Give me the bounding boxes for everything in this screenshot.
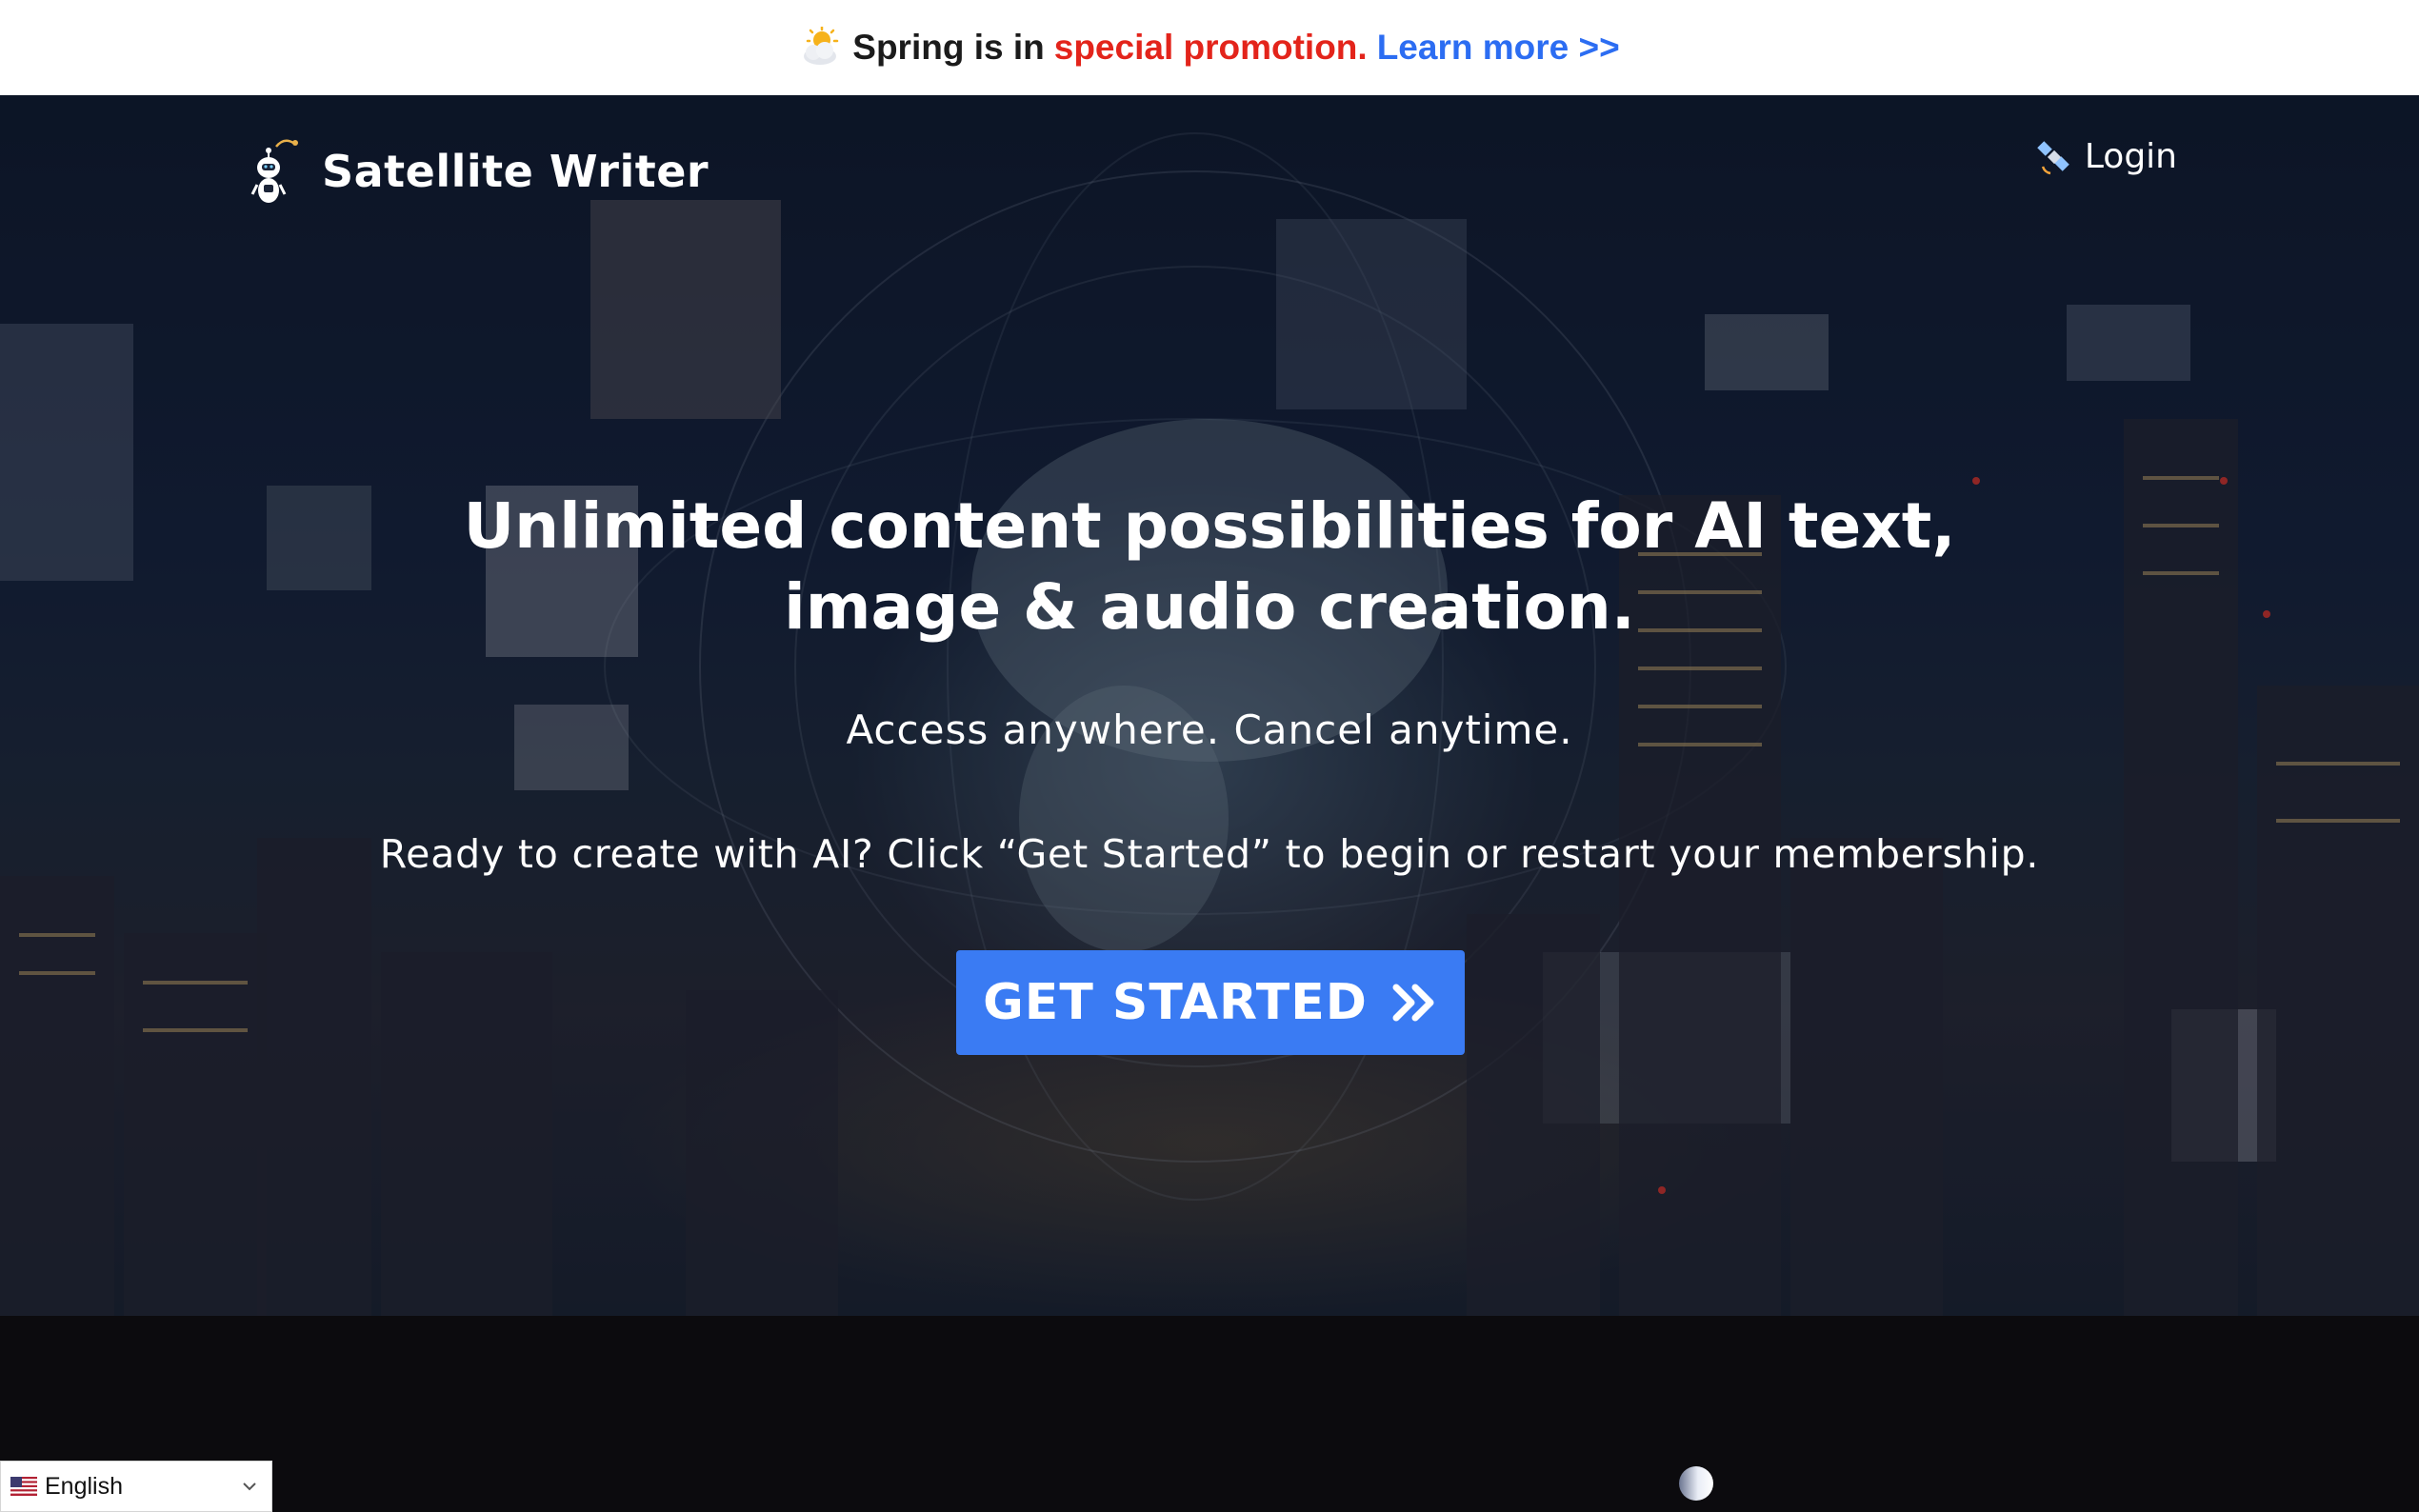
- promo-highlight-text: special promotion.: [1053, 28, 1368, 67]
- hero-headline: Unlimited content possibilities for AI t…: [257, 486, 2162, 647]
- hero-subheadline: Access anywhere. Cancel anytime.: [846, 706, 1573, 753]
- robot-icon: [250, 139, 298, 203]
- hero-cta-text: Ready to create with AI? Click “Get Star…: [379, 831, 2040, 877]
- login-link[interactable]: Login: [2035, 137, 2177, 176]
- lower-section: [0, 1316, 2419, 1512]
- brand-logo[interactable]: Satellite Writer: [250, 137, 709, 206]
- loading-spinner-icon: [1679, 1466, 1713, 1501]
- brand-name: Satellite Writer: [322, 146, 710, 197]
- language-selector[interactable]: English: [0, 1461, 272, 1512]
- hero-headline-line2: image & audio creation.: [784, 570, 1635, 644]
- hero-section: Satellite Writer Login Unlimited content…: [0, 95, 2419, 1316]
- promo-bar: Spring is in special promotion. Learn mo…: [0, 0, 2419, 95]
- login-label: Login: [2084, 137, 2177, 176]
- chevron-down-icon: [243, 1482, 256, 1491]
- promo-lead-text: Spring is in: [852, 28, 1045, 67]
- learn-more-link[interactable]: Learn more >>: [1377, 28, 1620, 68]
- us-flag-icon: [10, 1477, 37, 1496]
- sun-behind-cloud-icon: [799, 25, 841, 69]
- hero-headline-line1: Unlimited content possibilities for AI t…: [463, 489, 1956, 563]
- language-label: English: [45, 1472, 123, 1500]
- get-started-label: GET STARTED: [983, 974, 1368, 1031]
- get-started-button[interactable]: GET STARTED: [956, 950, 1465, 1055]
- satellite-icon: [2037, 140, 2069, 174]
- double-chevron-right-icon: [1392, 984, 1434, 1022]
- hero-overlay: [0, 95, 2419, 1316]
